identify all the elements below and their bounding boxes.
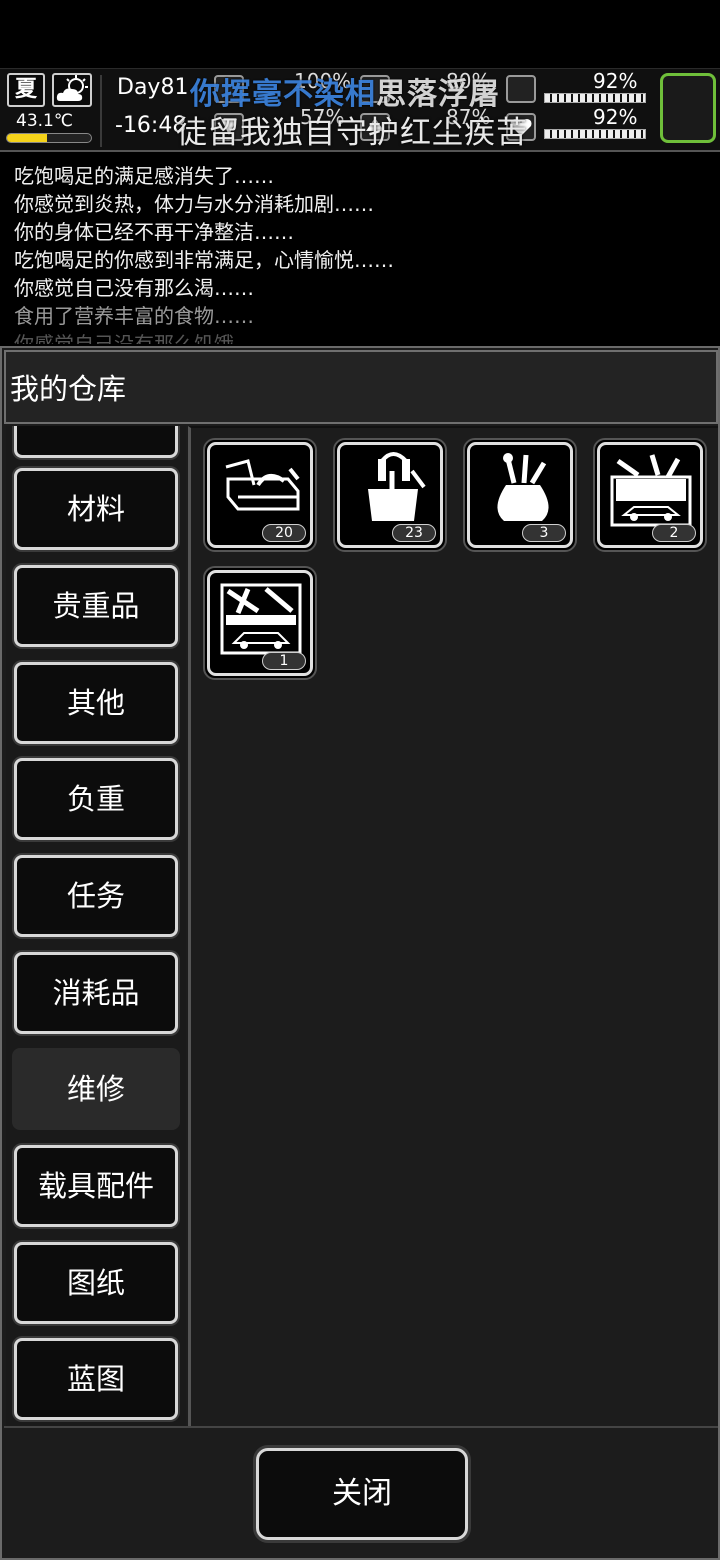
- item-slot[interactable]: 20: [203, 438, 317, 552]
- item-grid: 20 23 3 2 1: [188, 426, 718, 1426]
- mood-value: 92%: [593, 69, 638, 93]
- divider: [100, 75, 102, 147]
- item-slot[interactable]: 1: [203, 566, 317, 680]
- log-line: 食用了营养丰富的食物……: [14, 304, 254, 328]
- day-counter: Day81: [117, 75, 189, 100]
- item-slot[interactable]: 23: [333, 438, 447, 552]
- vehicle-repair-kit-icon: [610, 454, 692, 527]
- character-portrait[interactable]: [660, 73, 716, 143]
- item-count: 23: [392, 524, 436, 542]
- tool-sack-icon: [497, 453, 549, 521]
- category-vehicle-parts[interactable]: 载具配件: [14, 1145, 178, 1227]
- mood-bar: [544, 93, 646, 103]
- tool-bag-icon: [368, 452, 426, 521]
- item-count: 2: [652, 524, 696, 542]
- mood-icon: [506, 75, 536, 103]
- log-line: 你感觉到炎热，体力与水分消耗加剧……: [14, 192, 374, 216]
- message-log[interactable]: 吃饱喝足的满足感消失了…… 你感觉到炎热，体力与水分消耗加剧…… 你的身体已经不…: [0, 158, 720, 344]
- category-sidebar[interactable]: 材料 贵重品 其他 负重 任务 消耗品 维修 载具配件 图纸 蓝图: [6, 426, 186, 1426]
- category-other[interactable]: 其他: [14, 662, 178, 744]
- category-blueprints[interactable]: 蓝图: [14, 1338, 178, 1420]
- toolbox-with-tools-icon: [225, 459, 300, 511]
- log-line: 吃饱喝足的满足感消失了……: [14, 164, 274, 188]
- category-drawings[interactable]: 图纸: [14, 1242, 178, 1324]
- vehicle-repair-kit-large-icon: [220, 583, 302, 655]
- temperature-readout: 43.1℃: [16, 111, 73, 131]
- partly-cloudy-icon: [52, 73, 92, 107]
- item-count: 20: [262, 524, 306, 542]
- category-button-partial[interactable]: [14, 426, 178, 458]
- category-quests[interactable]: 任务: [14, 855, 178, 937]
- health-bar: [544, 129, 646, 139]
- close-button[interactable]: 关闭: [256, 1448, 468, 1540]
- item-slot[interactable]: 2: [593, 438, 707, 552]
- health-value: 92%: [593, 105, 638, 129]
- category-valuables[interactable]: 贵重品: [14, 565, 178, 647]
- log-line: 你感觉自己没有那么渴……: [14, 276, 254, 300]
- season-indicator: 夏: [7, 73, 45, 107]
- category-consumables[interactable]: 消耗品: [14, 952, 178, 1034]
- category-materials[interactable]: 材料: [14, 468, 178, 550]
- status-hud: 夏 43.1℃ Day81 -16:48 100% 57% 80% 87% 92…: [0, 68, 720, 152]
- lyric-line-2: 徒留我独自守护红尘疾苦: [176, 115, 528, 151]
- item-count: 1: [262, 652, 306, 670]
- item-slot[interactable]: 3: [463, 438, 577, 552]
- panel-title: 我的仓库: [4, 350, 718, 424]
- log-line: 你感觉自己没有那么饥饿……: [14, 332, 274, 344]
- panel-footer: 关闭: [4, 1426, 718, 1558]
- category-load[interactable]: 负重: [14, 758, 178, 840]
- temperature-bar: [6, 133, 92, 143]
- warehouse-panel: 我的仓库 材料 贵重品 其他 负重 任务 消耗品 维修 载具配件 图纸 蓝图 2…: [0, 346, 720, 1560]
- log-line: 吃饱喝足的你感到非常满足，心情愉悦……: [14, 248, 394, 272]
- log-line: 你的身体已经不再干净整洁……: [14, 220, 294, 244]
- category-repair[interactable]: 维修: [12, 1048, 180, 1130]
- item-count: 3: [522, 524, 566, 542]
